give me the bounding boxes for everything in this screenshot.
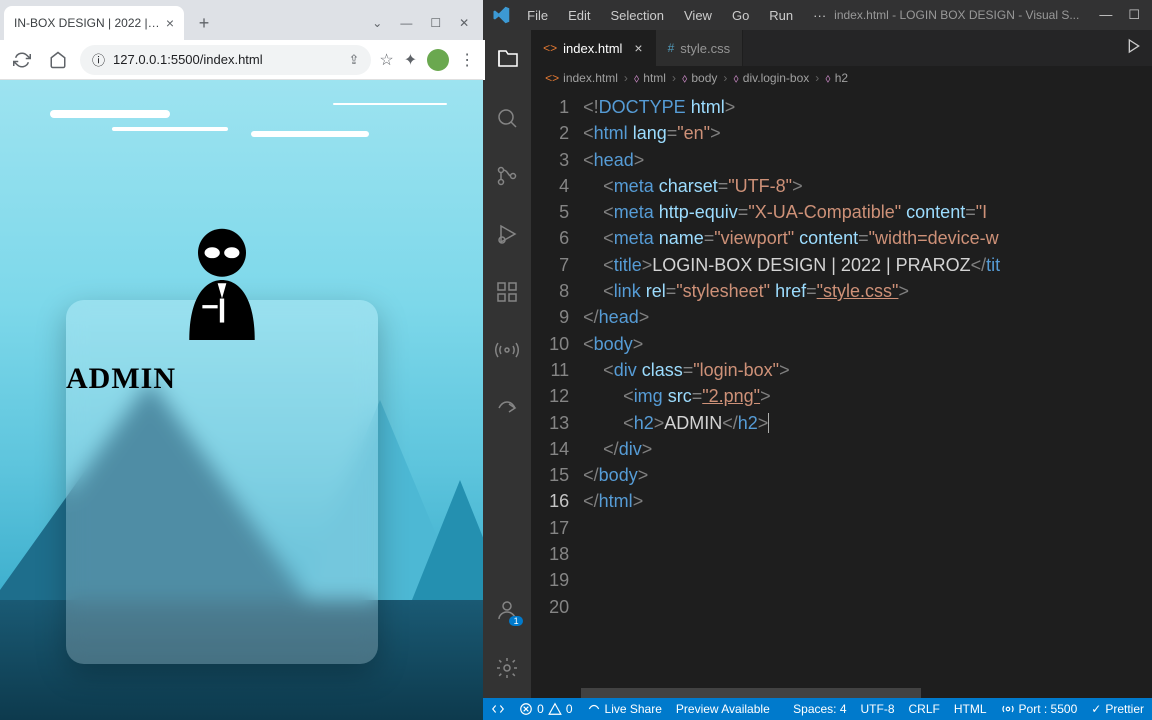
element-icon: ⬨ bbox=[825, 71, 830, 86]
port-indicator[interactable]: Port : 5500 bbox=[1001, 702, 1078, 716]
url-text: 127.0.0.1:5500/index.html bbox=[113, 52, 263, 67]
admin-avatar-icon bbox=[167, 220, 277, 340]
line-gutter: 1234567891011121314151617181920 bbox=[531, 90, 583, 698]
menu-overflow[interactable]: ··· bbox=[805, 4, 834, 27]
element-icon: ⬨ bbox=[682, 71, 687, 86]
element-icon: ⬨ bbox=[634, 71, 639, 86]
tab-label: index.html bbox=[563, 41, 622, 56]
browser-tab-title: IN-BOX DESIGN | 2022 | PRA bbox=[14, 16, 160, 30]
new-tab-button[interactable]: + bbox=[190, 9, 218, 37]
indent-indicator[interactable]: Spaces: 4 bbox=[793, 702, 846, 716]
live-share-button[interactable]: Live Share bbox=[587, 702, 662, 716]
language-indicator[interactable]: HTML bbox=[954, 702, 987, 716]
menu-run[interactable]: Run bbox=[761, 4, 801, 27]
remote-indicator[interactable] bbox=[491, 702, 505, 716]
html-file-icon: <> bbox=[545, 71, 559, 85]
close-icon[interactable]: × bbox=[166, 15, 174, 31]
broadcast-icon[interactable] bbox=[483, 330, 531, 370]
problems-indicator[interactable]: 0 0 bbox=[519, 702, 572, 716]
browser-toolbar: ⓘ 127.0.0.1:5500/index.html ⇪ ☆ ✦ ⋮ bbox=[0, 40, 483, 80]
source-control-icon[interactable] bbox=[483, 156, 531, 196]
decorative-clouds bbox=[50, 110, 170, 118]
crumb-label: h2 bbox=[835, 71, 848, 85]
menu-selection[interactable]: Selection bbox=[603, 4, 672, 27]
tab-style-css[interactable]: # style.css bbox=[656, 30, 744, 66]
crumb-label: index.html bbox=[563, 71, 618, 85]
maximize-icon[interactable]: ☐ bbox=[430, 16, 441, 30]
preview-available[interactable]: Preview Available bbox=[676, 702, 770, 716]
activity-bar: 1 bbox=[483, 30, 531, 698]
tab-label: style.css bbox=[680, 41, 730, 56]
search-icon[interactable] bbox=[483, 98, 531, 138]
menu-edit[interactable]: Edit bbox=[560, 4, 598, 27]
vscode-menu: File Edit Selection View Go Run ··· bbox=[519, 4, 834, 27]
liveshare-arrow-icon[interactable] bbox=[483, 388, 531, 428]
avatar-icon[interactable] bbox=[427, 49, 449, 71]
vscode-titlebar: File Edit Selection View Go Run ··· inde… bbox=[483, 0, 1152, 30]
horizontal-scrollbar[interactable] bbox=[581, 688, 921, 698]
editor-tabs: <> index.html × # style.css bbox=[531, 30, 1152, 66]
minimize-icon[interactable]: — bbox=[1099, 7, 1112, 23]
login-box-card: ADMIN bbox=[66, 300, 378, 664]
status-bar: 0 0 Live Share Preview Available Spaces:… bbox=[483, 698, 1152, 720]
breadcrumb[interactable]: <>index.html › ⬨html › ⬨body › ⬨div.logi… bbox=[531, 66, 1152, 90]
close-icon[interactable]: ✕ bbox=[459, 16, 469, 30]
extensions-icon[interactable] bbox=[483, 272, 531, 312]
warning-count: 0 bbox=[566, 702, 573, 716]
code-content: <!DOCTYPE html><html lang="en"><head> <m… bbox=[583, 90, 1152, 698]
html-file-icon: <> bbox=[543, 41, 557, 55]
code-editor[interactable]: 1234567891011121314151617181920 <!DOCTYP… bbox=[531, 90, 1152, 698]
crumb-label: html bbox=[643, 71, 666, 85]
vscode-window: File Edit Selection View Go Run ··· inde… bbox=[483, 0, 1152, 720]
star-icon[interactable]: ☆ bbox=[379, 50, 393, 70]
menu-view[interactable]: View bbox=[676, 4, 720, 27]
prettier-indicator[interactable]: ✓ Prettier bbox=[1091, 702, 1144, 716]
eol-indicator[interactable]: CRLF bbox=[909, 702, 940, 716]
puzzle-icon[interactable]: ✦ bbox=[404, 50, 417, 70]
element-icon: ⬨ bbox=[733, 71, 738, 86]
browser-tab-strip: IN-BOX DESIGN | 2022 | PRA × + ⌄ — ☐ ✕ bbox=[0, 0, 483, 40]
debug-icon[interactable] bbox=[483, 214, 531, 254]
vscode-logo-icon bbox=[483, 6, 519, 24]
crumb-label: div.login-box bbox=[743, 71, 809, 85]
menu-file[interactable]: File bbox=[519, 4, 556, 27]
maximize-icon[interactable]: ☐ bbox=[1128, 7, 1140, 23]
accounts-icon[interactable]: 1 bbox=[483, 590, 531, 630]
browser-tab[interactable]: IN-BOX DESIGN | 2022 | PRA × bbox=[4, 6, 184, 40]
css-file-icon: # bbox=[668, 41, 675, 55]
explorer-icon[interactable] bbox=[483, 40, 531, 80]
info-icon: ⓘ bbox=[92, 50, 105, 69]
accounts-badge: 1 bbox=[509, 616, 523, 626]
gear-icon[interactable] bbox=[483, 648, 531, 688]
error-count: 0 bbox=[537, 702, 544, 716]
close-icon[interactable]: × bbox=[634, 40, 642, 56]
menu-go[interactable]: Go bbox=[724, 4, 757, 27]
window-title: index.html - LOGIN BOX DESIGN - Visual S… bbox=[834, 8, 1079, 22]
share-icon[interactable]: ⇪ bbox=[349, 52, 360, 68]
chevron-down-icon[interactable]: ⌄ bbox=[372, 16, 382, 30]
encoding-indicator[interactable]: UTF-8 bbox=[861, 702, 895, 716]
run-play-icon[interactable] bbox=[1126, 38, 1142, 59]
browser-window: IN-BOX DESIGN | 2022 | PRA × + ⌄ — ☐ ✕ ⓘ… bbox=[0, 0, 483, 720]
tab-index-html[interactable]: <> index.html × bbox=[531, 30, 655, 66]
minimize-icon[interactable]: — bbox=[400, 16, 412, 30]
editor-area: <> index.html × # style.css <> index.html… bbox=[531, 30, 1152, 698]
crumb-label: body bbox=[691, 71, 717, 85]
window-controls: ⌄ — ☐ ✕ bbox=[372, 16, 483, 40]
web-page: ADMIN bbox=[0, 80, 483, 720]
login-heading: ADMIN bbox=[66, 362, 176, 396]
kebab-icon[interactable]: ⋮ bbox=[459, 50, 475, 70]
reload-button[interactable] bbox=[8, 46, 36, 74]
address-bar[interactable]: ⓘ 127.0.0.1:5500/index.html ⇪ bbox=[80, 45, 371, 75]
home-button[interactable] bbox=[44, 46, 72, 74]
